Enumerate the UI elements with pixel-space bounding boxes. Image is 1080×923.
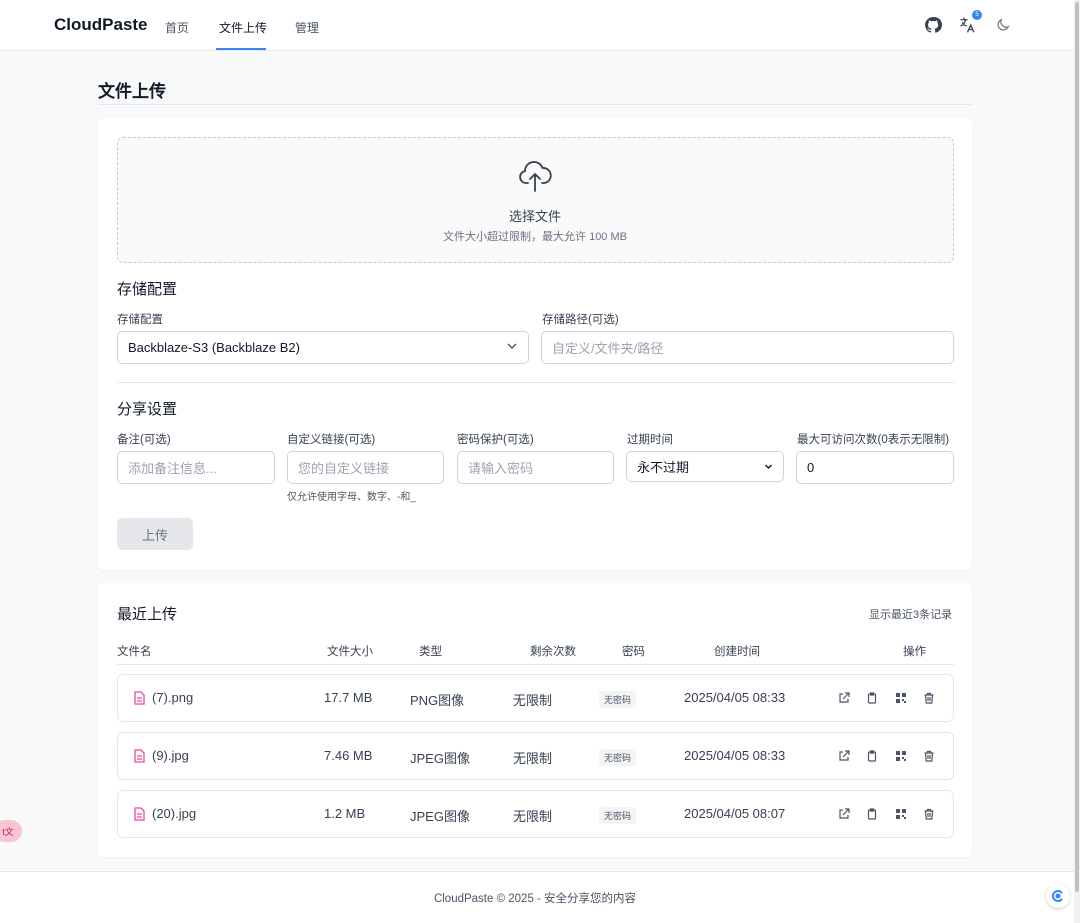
file-dropzone[interactable] <box>117 137 954 263</box>
page-title: 文件上传 <box>98 82 166 101</box>
nav-admin[interactable]: 管理 <box>295 19 319 36</box>
expire-select[interactable]: 永不过期 <box>626 451 784 482</box>
section-divider <box>117 382 954 383</box>
col-actions: 操作 <box>903 646 926 658</box>
recent-title: 最近上传 <box>117 606 178 623</box>
file-type: PNG图像 <box>410 693 465 708</box>
custom-link-input[interactable]: 您的自定义链接 <box>287 451 444 484</box>
file-size: 17.7 MB <box>324 690 373 705</box>
floating-assistant-icon[interactable] <box>1046 884 1070 908</box>
nav-file-upload[interactable]: 文件上传 <box>219 19 267 36</box>
col-created: 创建时间 <box>714 646 760 658</box>
recent-count-note: 显示最近3条记录 <box>869 609 953 621</box>
dropzone-subtitle: 文件大小超过限制，最大允许 100 MB <box>443 231 627 243</box>
nav-home[interactable]: 首页 <box>165 19 189 36</box>
created-time: 2025/04/05 08:07 <box>684 806 786 821</box>
floating-translate-button[interactable]: t文 <box>0 820 22 842</box>
col-password: 密码 <box>622 646 645 658</box>
external-link-icon[interactable] <box>837 691 851 705</box>
max-views-input[interactable]: 0 <box>796 451 954 484</box>
language-badge: 5 <box>972 10 982 20</box>
password-label: 密码保护(可选) <box>457 434 534 446</box>
github-icon[interactable] <box>923 15 943 35</box>
custom-link-label: 自定义链接(可选) <box>287 434 376 446</box>
share-section-title: 分享设置 <box>117 401 178 418</box>
file-type: JPEG图像 <box>410 809 470 824</box>
qrcode-icon[interactable] <box>894 807 908 821</box>
dropzone-title: 选择文件 <box>508 209 561 224</box>
password-badge: 无密码 <box>599 749 637 766</box>
storage-path-input[interactable]: 自定义/文件夹/路径 <box>541 331 954 364</box>
note-label: 备注(可选) <box>117 434 171 446</box>
copy-icon[interactable] <box>865 691 879 705</box>
top-navbar <box>0 0 1074 51</box>
chevron-down-icon <box>506 340 518 355</box>
storage-config-label: 存储配置 <box>117 314 163 326</box>
trash-icon[interactable] <box>922 691 936 705</box>
external-link-icon[interactable] <box>837 807 851 821</box>
qrcode-icon[interactable] <box>894 691 908 705</box>
file-type: JPEG图像 <box>410 751 470 766</box>
file-name[interactable]: (7).png <box>152 690 193 705</box>
remaining-views: 无限制 <box>513 809 553 824</box>
file-size: 1.2 MB <box>324 806 366 821</box>
title-divider <box>98 104 972 105</box>
table-header-divider <box>117 664 954 665</box>
storage-path-label: 存储路径(可选) <box>542 314 619 326</box>
trash-icon[interactable] <box>922 749 936 763</box>
qrcode-icon[interactable] <box>894 749 908 763</box>
file-icon <box>132 749 146 763</box>
cloud-upload-icon <box>518 157 552 193</box>
nav-active-indicator <box>216 48 266 50</box>
created-time: 2025/04/05 08:33 <box>684 748 786 763</box>
moon-icon[interactable] <box>993 15 1013 35</box>
storage-config-select[interactable]: Backblaze-S3 (Backblaze B2) <box>117 331 529 364</box>
created-time: 2025/04/05 08:33 <box>684 690 786 705</box>
storage-section-title: 存储配置 <box>117 281 178 298</box>
copy-icon[interactable] <box>865 749 879 763</box>
file-name[interactable]: (9).jpg <box>152 748 189 763</box>
chevron-down-icon <box>764 459 773 474</box>
storage-config-value: Backblaze-S3 (Backblaze B2) <box>128 340 300 355</box>
file-name[interactable]: (20).jpg <box>152 806 196 821</box>
password-badge: 无密码 <box>599 691 637 708</box>
file-icon <box>132 691 146 705</box>
file-size: 7.46 MB <box>324 748 373 763</box>
col-size: 文件大小 <box>327 646 373 658</box>
max-views-label: 最大可访问次数(0表示无限制) <box>797 434 950 446</box>
copy-icon[interactable] <box>865 807 879 821</box>
col-filename: 文件名 <box>117 646 152 658</box>
password-badge: 无密码 <box>599 807 637 824</box>
scrollbar-thumb[interactable] <box>1075 2 1079 892</box>
col-type: 类型 <box>419 646 442 658</box>
expire-value: 永不过期 <box>637 460 690 475</box>
file-icon <box>132 807 146 821</box>
remaining-views: 无限制 <box>513 693 553 708</box>
footer-text: CloudPaste © 2025 - 安全分享您的内容 <box>433 893 637 905</box>
expire-label: 过期时间 <box>627 434 673 446</box>
custom-link-hint: 仅允许使用字母、数字、-和_ <box>287 492 416 503</box>
trash-icon[interactable] <box>922 807 936 821</box>
col-remaining: 剩余次数 <box>530 646 576 658</box>
note-input[interactable]: 添加备注信息... <box>117 451 275 484</box>
password-input[interactable]: 请输入密码 <box>457 451 614 484</box>
brand-logo[interactable]: CloudPaste <box>54 15 148 35</box>
remaining-views: 无限制 <box>513 751 553 766</box>
upload-button[interactable]: 上传 <box>117 518 193 550</box>
external-link-icon[interactable] <box>837 749 851 763</box>
